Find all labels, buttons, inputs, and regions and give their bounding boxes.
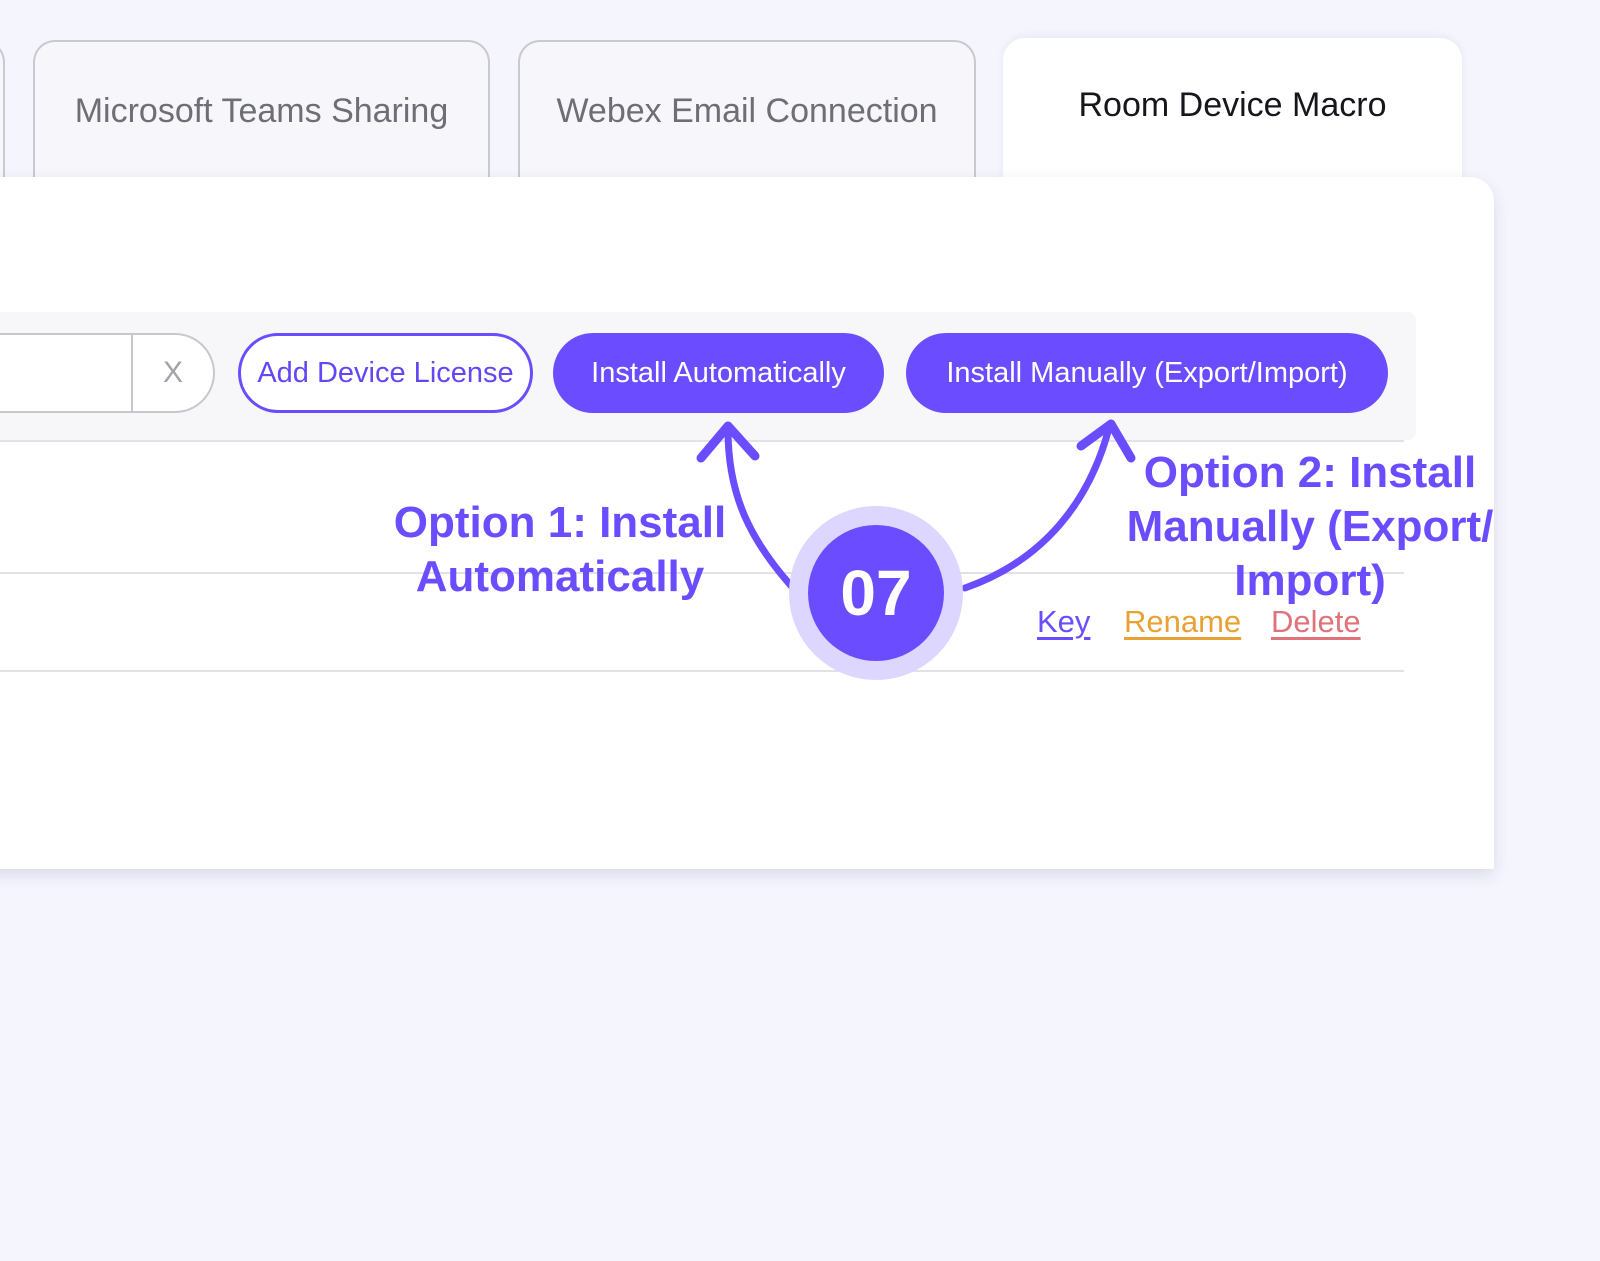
tab-webex-email-connection[interactable]: Webex Email Connection <box>518 40 976 180</box>
row-divider <box>0 670 1404 672</box>
toolbar-divider <box>0 440 1404 442</box>
option-2-line-3: Import) <box>1234 556 1386 605</box>
clear-search-button[interactable]: X <box>135 335 211 411</box>
key-link[interactable]: Key <box>1037 604 1090 640</box>
tab-label: Room Device Macro <box>1078 85 1387 124</box>
option-2-line-2: Manually (Export/ <box>1126 502 1494 551</box>
close-icon: X <box>162 356 183 389</box>
install-manually-button[interactable]: Install Manually (Export/Import) <box>906 333 1388 413</box>
tab-label: Webex Email Connection <box>556 91 938 130</box>
install-automatically-button[interactable]: Install Automatically <box>553 333 884 413</box>
step-number: 07 <box>808 525 944 661</box>
tab-microsoft-teams-sharing[interactable]: Microsoft Teams Sharing <box>33 40 490 180</box>
add-device-license-label: Add Device License <box>257 356 514 389</box>
search-box: X <box>0 333 215 413</box>
step-badge: 07 <box>789 506 963 680</box>
search-input[interactable] <box>0 335 133 411</box>
option-1-line-1: Option 1: Install <box>393 498 727 547</box>
install-automatically-label: Install Automatically <box>591 356 846 389</box>
install-manually-label: Install Manually (Export/Import) <box>946 356 1348 389</box>
option-1-line-2: Automatically <box>415 552 705 601</box>
app-screen: Microsoft Teams Sharing Webex Email Conn… <box>0 0 1600 1261</box>
delete-link[interactable]: Delete <box>1271 604 1361 640</box>
option-1-annotation: Option 1: Install Automatically <box>380 496 740 604</box>
add-device-license-button[interactable]: Add Device License <box>238 333 533 413</box>
tab-label: Microsoft Teams Sharing <box>74 91 449 130</box>
option-2-line-1: Option 2: Install <box>1143 448 1477 497</box>
rename-link[interactable]: Rename <box>1124 604 1241 640</box>
option-2-annotation: Option 2: Install Manually (Export/ Impo… <box>1115 446 1505 608</box>
tab-room-device-macro[interactable]: Room Device Macro <box>1003 38 1462 188</box>
tab-previous[interactable] <box>0 40 5 180</box>
